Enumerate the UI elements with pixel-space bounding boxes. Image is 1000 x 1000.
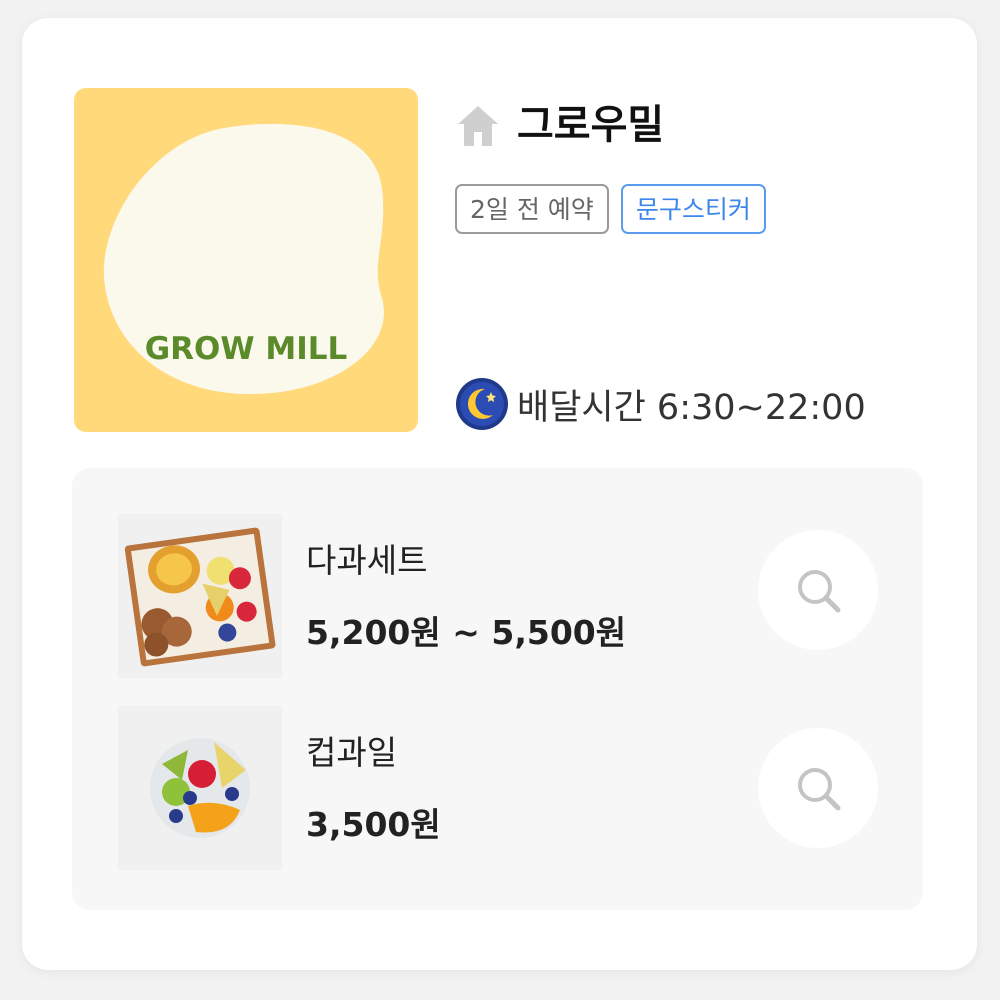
- search-button[interactable]: [758, 530, 878, 650]
- search-button[interactable]: [758, 728, 878, 848]
- delivery-label: 배달시간 6:30~22:00: [517, 387, 866, 428]
- search-icon: [798, 570, 841, 613]
- delivery-time: 배달시간 6:30~22:00: [455, 377, 866, 431]
- tag-sticker: 문구스티커: [620, 184, 766, 234]
- store-logo[interactable]: GROW MILL: [74, 88, 418, 432]
- menu-item-snack-set[interactable]: 다과세트 5,200원 ~ 5,500원: [118, 514, 878, 678]
- logo-text: GROW MILL: [144, 331, 348, 367]
- menu-item-name: 다과세트: [306, 541, 428, 580]
- menu-item-price: 3,500원: [306, 805, 441, 844]
- logo-blob: [103, 123, 384, 395]
- moon-icon: [456, 378, 508, 430]
- menu-item-price: 5,200원 ~ 5,500원: [306, 613, 627, 652]
- store-name: 그로우밀: [517, 102, 665, 148]
- tag-reservation: 2일 전 예약: [455, 184, 609, 234]
- snack-set-image: [118, 514, 282, 678]
- menu-item-name: 컵과일: [306, 733, 398, 772]
- store-header: 그로우밀: [455, 100, 664, 150]
- menu-item-cup-fruit[interactable]: 컵과일 3,500원: [118, 706, 878, 870]
- menu-panel: 다과세트 5,200원 ~ 5,500원 컵과일 3,500원: [72, 468, 923, 910]
- home-icon: [458, 106, 498, 146]
- search-icon: [798, 768, 841, 811]
- store-tags: 2일 전 예약 문구스티커: [455, 184, 766, 234]
- cup-fruit-image: [118, 706, 282, 870]
